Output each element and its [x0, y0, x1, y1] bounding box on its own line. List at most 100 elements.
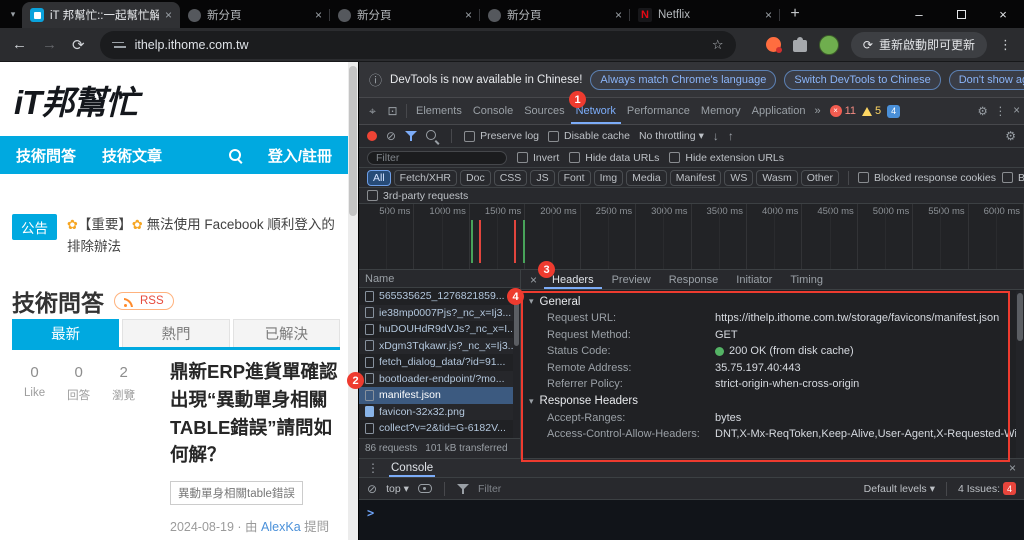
browser-tab-netflix[interactable]: N Netflix ×: [630, 2, 780, 28]
browser-tab-newtab-2[interactable]: 新分頁 ×: [330, 2, 480, 28]
tab-close-icon[interactable]: ×: [615, 8, 622, 22]
filter-input[interactable]: [367, 150, 507, 165]
profile-avatar[interactable]: [818, 34, 839, 55]
tab-sources[interactable]: Sources: [519, 98, 569, 124]
request-row[interactable]: manifest.json: [359, 387, 520, 404]
tab-elements[interactable]: Elements: [411, 98, 467, 124]
tab-search-icon[interactable]: ▾: [4, 0, 22, 28]
tab-response[interactable]: Response: [661, 270, 727, 289]
export-har-icon[interactable]: ↑: [728, 129, 734, 143]
clear-icon[interactable]: ⊘: [386, 129, 396, 143]
address-bar[interactable]: ithelp.ithome.com.tw ☆: [99, 30, 736, 59]
maximize-button[interactable]: [940, 0, 982, 28]
tab-timing[interactable]: Timing: [782, 270, 831, 289]
tab-solved[interactable]: 已解決: [232, 319, 340, 347]
tab-latest[interactable]: 最新: [12, 319, 120, 347]
request-row[interactable]: collect?v=2&tid=G-6182V...: [359, 420, 520, 437]
console-prompt[interactable]: >: [359, 500, 1024, 540]
throttling-dropdown[interactable]: No throttling ▾: [639, 130, 704, 142]
nav-item-articles[interactable]: 技術文章: [102, 145, 162, 166]
request-list-scrollbar[interactable]: [513, 288, 520, 438]
context-selector[interactable]: top ▾: [386, 483, 409, 495]
tab-performance[interactable]: Performance: [622, 98, 695, 124]
hide-data-urls-checkbox[interactable]: Hide data URLs: [569, 152, 659, 164]
request-row[interactable]: bootloader-endpoint/?mo...: [359, 370, 520, 387]
hide-extension-urls-checkbox[interactable]: Hide extension URLs: [669, 152, 784, 164]
drawer-menu-icon[interactable]: ⋮: [367, 461, 379, 475]
tab-close-icon[interactable]: ×: [765, 8, 772, 22]
details-scrollbar[interactable]: [1016, 291, 1024, 458]
type-chip-fetch-xhr[interactable]: Fetch/XHR: [393, 169, 458, 186]
console-filter-input[interactable]: [477, 482, 628, 495]
close-window-button[interactable]: ×: [982, 0, 1024, 28]
type-chip-manifest[interactable]: Manifest: [669, 169, 722, 186]
blocked-cookies-checkbox[interactable]: Blocked response cookies: [857, 172, 996, 184]
type-chip-media[interactable]: Media: [626, 169, 667, 186]
page-scrollbar-thumb[interactable]: [349, 66, 357, 216]
minimize-button[interactable]: –: [898, 0, 940, 28]
tab-application[interactable]: Application: [747, 98, 811, 124]
browser-tab-newtab-1[interactable]: 新分頁 ×: [180, 2, 330, 28]
dont-show-again-button[interactable]: Don't show again: [948, 69, 1024, 90]
adblock-extension-icon[interactable]: [765, 37, 782, 53]
bookmark-star-icon[interactable]: ☆: [712, 37, 724, 53]
request-row[interactable]: favicon-32x32.png: [359, 403, 520, 420]
switch-chinese-button[interactable]: Switch DevTools to Chinese: [784, 69, 941, 90]
third-party-checkbox[interactable]: 3rd-party requests: [367, 190, 468, 202]
devtools-menu-icon[interactable]: ⋮: [995, 104, 1007, 118]
back-button[interactable]: ←: [12, 36, 27, 53]
tab-console[interactable]: Console: [468, 98, 518, 124]
console-drawer-tab[interactable]: Console: [389, 459, 435, 477]
tab-initiator[interactable]: Initiator: [728, 270, 780, 289]
settings-gear-icon[interactable]: ⚙: [977, 104, 987, 118]
page-scrollbar[interactable]: [348, 62, 358, 540]
search-requests-icon[interactable]: [426, 129, 439, 143]
request-row[interactable]: fetch_dialog_data/?id=91...: [359, 354, 520, 371]
search-icon[interactable]: [228, 148, 242, 162]
more-tabs-icon[interactable]: »: [811, 105, 823, 117]
issues-badge[interactable]: 4: [887, 104, 901, 118]
network-settings-gear-icon[interactable]: ⚙: [1005, 129, 1016, 143]
type-chip-font[interactable]: Font: [557, 169, 591, 186]
request-row[interactable]: 565535625_1276821859...: [359, 288, 520, 305]
site-logo[interactable]: iT邦幫忙: [14, 76, 138, 124]
type-chip-doc[interactable]: Doc: [460, 169, 491, 186]
rss-button[interactable]: RSS: [114, 292, 174, 310]
close-drawer-icon[interactable]: ×: [1009, 461, 1016, 475]
question-list-item[interactable]: 0 Like 0 回答 2 瀏覽 鼎新ERP進貨單確認出現“異動單身相關TABL…: [12, 350, 340, 540]
browser-tab-ithelp[interactable]: iT 邦幫忙::一起幫忙解決難... ×: [22, 2, 180, 28]
record-button[interactable]: [367, 131, 377, 141]
tab-close-icon[interactable]: ×: [315, 8, 322, 22]
request-row[interactable]: ie38mp0007Pjs?_nc_x=Ij3...: [359, 304, 520, 321]
forward-button[interactable]: →: [42, 36, 57, 53]
match-language-button[interactable]: Always match Chrome's language: [590, 69, 777, 90]
question-title[interactable]: 鼎新ERP進貨單確認出現“異動單身相關TABLE錯誤”請問如何解？: [170, 358, 340, 469]
invert-checkbox[interactable]: Invert: [517, 152, 559, 164]
type-chip-img[interactable]: Img: [593, 169, 624, 186]
announcement[interactable]: 公告 ✿【重要】✿ 無法使用 Facebook 順利登入的排除辦法: [12, 214, 340, 259]
tab-popular[interactable]: 熱門: [122, 319, 230, 347]
preserve-log-checkbox[interactable]: Preserve log: [464, 130, 539, 142]
import-har-icon[interactable]: ↓: [713, 129, 719, 143]
inspect-element-icon[interactable]: ⌖: [363, 104, 382, 119]
type-chip-all[interactable]: All: [367, 169, 391, 186]
type-chip-other[interactable]: Other: [800, 169, 839, 186]
extensions-puzzle-icon[interactable]: [792, 37, 807, 52]
type-chip-wasm[interactable]: Wasm: [756, 169, 798, 186]
blocked-requests-checkbox[interactable]: Blocked requests: [1001, 172, 1024, 184]
network-overview-timeline[interactable]: 500 ms 1000 ms 1500 ms 2000 ms 2500 ms 3000 m…: [359, 204, 1024, 270]
author-link[interactable]: AlexKa: [261, 520, 301, 534]
site-settings-icon[interactable]: [111, 39, 126, 51]
scrollbar-thumb[interactable]: [1017, 293, 1023, 341]
warning-badge[interactable]: 5: [862, 105, 881, 117]
section-header[interactable]: ▾ Response Headers: [521, 393, 1024, 410]
type-chip-js[interactable]: JS: [530, 169, 555, 186]
disable-cache-checkbox[interactable]: Disable cache: [548, 130, 630, 142]
nav-item-qa[interactable]: 技術問答: [16, 145, 76, 166]
name-column-header[interactable]: Name: [359, 270, 520, 288]
reload-button[interactable]: ⟳: [72, 36, 85, 54]
tab-preview[interactable]: Preview: [604, 270, 659, 289]
error-badge[interactable]: × 11: [829, 105, 856, 117]
request-row[interactable]: huDOUHdR9dVJs?_nc_x=I...: [359, 321, 520, 338]
browser-menu-icon[interactable]: ⋮: [999, 37, 1012, 53]
